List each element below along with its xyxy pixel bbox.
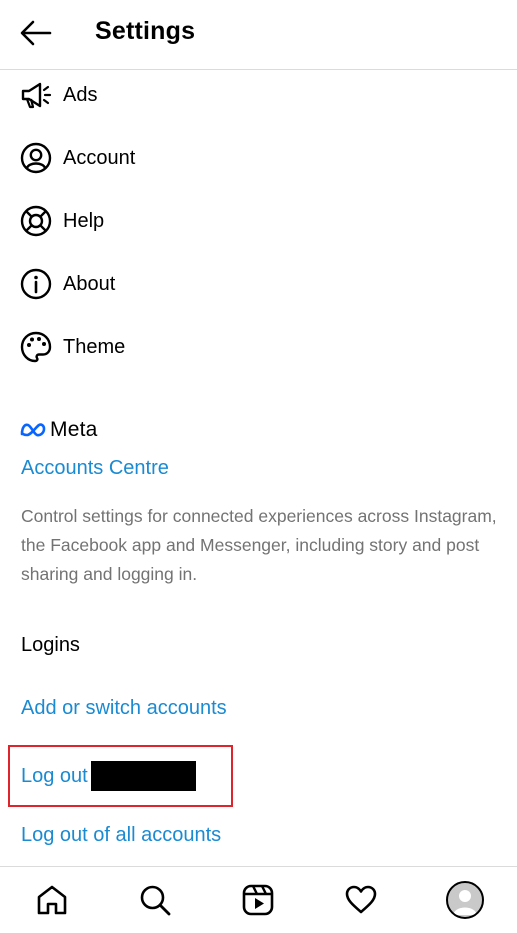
menu-item-label: Ads xyxy=(63,83,98,106)
meta-brand-text: Meta xyxy=(50,418,98,441)
search-icon xyxy=(140,885,171,916)
nav-activity[interactable] xyxy=(342,881,380,919)
menu-item-label: Theme xyxy=(63,335,126,358)
palette-icon xyxy=(20,331,52,363)
heart-icon xyxy=(345,885,377,914)
accounts-centre-description: Control settings for connected experienc… xyxy=(21,506,497,584)
arrow-left-icon xyxy=(20,20,52,46)
nav-search[interactable] xyxy=(136,881,174,919)
add-switch-accounts-link[interactable]: Add or switch accounts xyxy=(21,697,227,720)
log-out-button[interactable]: Log out xyxy=(21,761,196,791)
profile-avatar xyxy=(446,881,484,919)
menu-item-theme[interactable]: Theme xyxy=(0,319,517,375)
nav-profile[interactable] xyxy=(446,881,484,919)
megaphone-icon xyxy=(20,79,52,111)
menu-item-label: Help xyxy=(63,209,105,232)
menu-item-help[interactable]: Help xyxy=(0,193,517,249)
info-icon xyxy=(20,268,52,300)
page-title: Settings xyxy=(95,17,196,45)
bottom-nav xyxy=(0,866,517,933)
top-bar: Settings xyxy=(0,0,517,70)
lifebuoy-icon xyxy=(20,205,52,237)
accounts-centre-link[interactable]: Accounts Centre xyxy=(21,457,169,480)
logins-section-title: Logins xyxy=(21,634,80,656)
log-out-all-link[interactable]: Log out of all accounts xyxy=(21,824,221,847)
meta-brand: Meta xyxy=(20,415,98,445)
meta-logo-icon xyxy=(20,423,46,437)
nav-home[interactable] xyxy=(33,881,71,919)
user-circle-icon xyxy=(20,142,52,174)
redacted-username xyxy=(90,761,196,791)
reels-icon xyxy=(242,884,274,916)
log-out-label: Log out xyxy=(21,764,88,787)
back-button[interactable] xyxy=(20,18,54,48)
menu-item-ads[interactable]: Ads xyxy=(0,67,517,123)
home-icon xyxy=(37,885,67,915)
nav-reels[interactable] xyxy=(239,881,277,919)
menu-item-account[interactable]: Account xyxy=(0,130,517,186)
menu-item-label: About xyxy=(63,272,116,295)
menu-item-label: Account xyxy=(63,146,136,169)
menu-item-about[interactable]: About xyxy=(0,256,517,312)
